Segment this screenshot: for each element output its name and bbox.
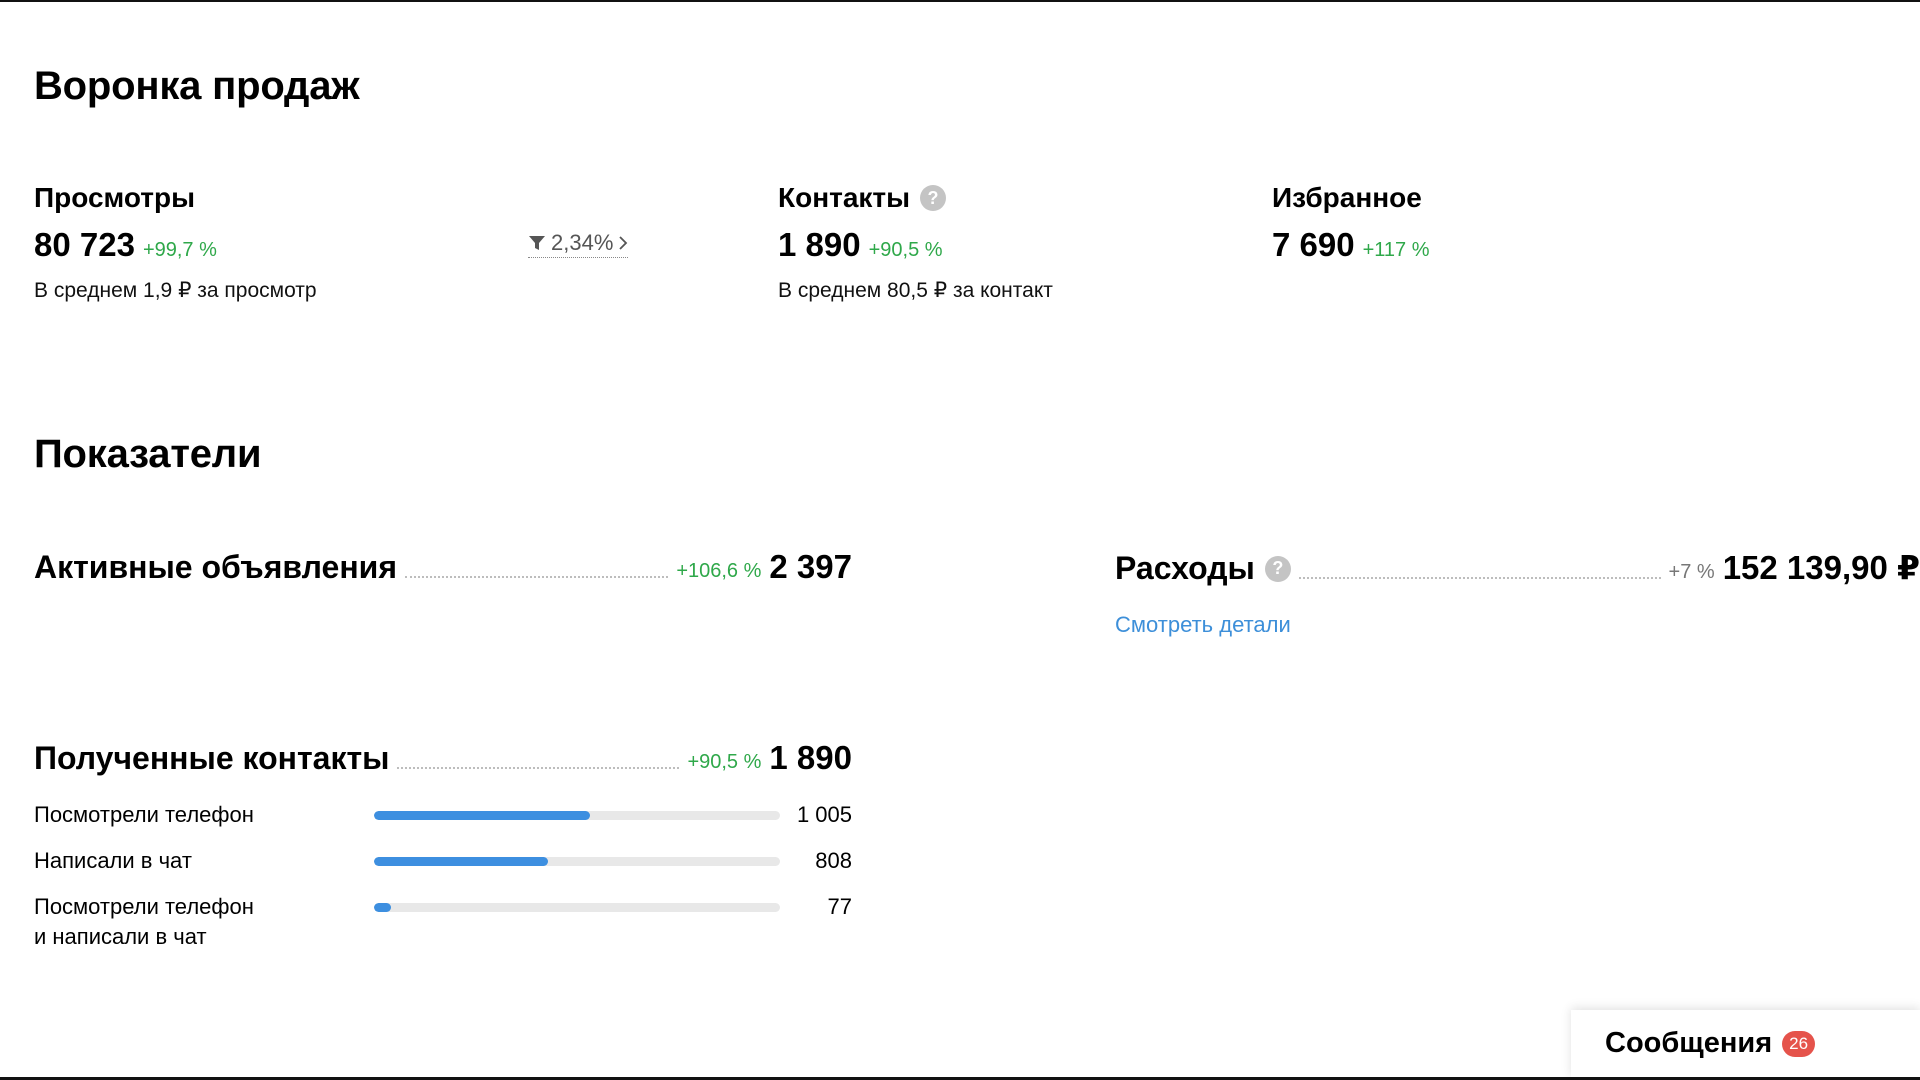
breakdown-value: 808	[815, 848, 852, 873]
breakdown-label: Написали в чат	[34, 848, 192, 873]
favorites-label: Избранное	[1272, 182, 1422, 213]
funnel-views: Просмотры 80 723 +99,7 % В среднем 1,9 ₽…	[34, 178, 317, 303]
breakdown-row: Посмотрели телефон и написали в чат 77	[34, 892, 852, 952]
expenses-label: Расходы	[1115, 550, 1255, 586]
funnel-favorites: Избранное 7 690 +117 %	[1272, 178, 1430, 264]
views-value-row: 80 723 +99,7 %	[34, 226, 317, 264]
views-label: Просмотры	[34, 182, 196, 213]
messages-label: Сообщения	[1605, 1027, 1773, 1059]
contacts-value: 1 890	[778, 226, 861, 263]
metric-received-contacts: Полученные контакты +90,5 % 1 890	[34, 739, 852, 777]
view-details-link[interactable]: Смотреть детали	[1115, 612, 1291, 638]
messages-button[interactable]: Сообщения 26	[1571, 1010, 1920, 1077]
received-contacts-value: 1 890	[769, 739, 852, 776]
breakdown-row: Посмотрели телефон 1 005	[34, 800, 852, 830]
contacts-label-row: Контакты ?	[778, 178, 1053, 218]
active-ads-value: 2 397	[769, 548, 852, 585]
expenses-value: 152 139,90 ₽	[1722, 549, 1920, 586]
dotted-leader	[397, 767, 680, 769]
progress-track	[374, 811, 780, 820]
breakdown-value: 77	[827, 894, 852, 919]
filter-icon	[529, 236, 545, 250]
progress-track	[374, 903, 780, 912]
section-title-metrics: Показатели	[34, 432, 262, 476]
top-border	[0, 0, 1920, 2]
breakdown-label: Посмотрели телефон	[34, 802, 254, 827]
contacts-breakdown: Посмотрели телефон 1 005 Написали в чат …	[34, 800, 852, 968]
views-delta: +99,7 %	[142, 239, 217, 261]
progress-fill	[374, 903, 391, 912]
views-value: 80 723	[34, 226, 135, 263]
progress-fill	[374, 857, 548, 866]
conversion-link[interactable]: 2,34%	[528, 230, 629, 258]
chevron-right-icon	[619, 236, 628, 250]
favorites-value: 7 690	[1272, 226, 1355, 263]
breakdown-value: 1 005	[796, 802, 852, 827]
favorites-value-row: 7 690 +117 %	[1272, 226, 1430, 264]
breakdown-label: Посмотрели телефон и написали в чат	[34, 892, 374, 952]
funnel-contacts: Контакты ? 1 890 +90,5 % В среднем 80,5 …	[778, 178, 1053, 303]
breakdown-label-line: и написали в чат	[34, 924, 207, 949]
help-icon[interactable]: ?	[1264, 555, 1291, 582]
active-ads-label: Активные объявления	[34, 549, 397, 585]
dotted-leader	[1298, 577, 1661, 579]
section-title-funnel: Воронка продаж	[34, 64, 360, 108]
unread-badge: 26	[1782, 1030, 1816, 1057]
conversion-value: 2,34%	[551, 230, 614, 255]
help-icon[interactable]: ?	[920, 185, 947, 211]
contacts-label: Контакты	[778, 182, 911, 213]
progress-track	[374, 857, 780, 866]
expenses-label-row: Расходы ?	[1115, 550, 1291, 587]
metric-active-ads: Активные объявления +106,6 % 2 397	[34, 548, 852, 586]
active-ads-delta: +106,6 %	[676, 560, 762, 582]
dotted-leader	[405, 576, 669, 578]
favorites-delta: +117 %	[1362, 239, 1430, 261]
received-contacts-label: Полученные контакты	[34, 740, 390, 776]
contacts-delta: +90,5 %	[868, 239, 943, 261]
contacts-average: В среднем 80,5 ₽ за контакт	[778, 279, 1053, 302]
expenses-delta: +7 %	[1668, 561, 1715, 583]
breakdown-label-line: Посмотрели телефон	[34, 894, 254, 919]
breakdown-row: Написали в чат 808	[34, 846, 852, 876]
views-average: В среднем 1,9 ₽ за просмотр	[34, 279, 317, 302]
contacts-value-row: 1 890 +90,5 %	[778, 226, 1053, 264]
progress-fill	[374, 811, 590, 820]
metric-expenses: Расходы ? +7 % 152 139,90 ₽	[1115, 548, 1920, 587]
received-contacts-delta: +90,5 %	[687, 751, 762, 773]
